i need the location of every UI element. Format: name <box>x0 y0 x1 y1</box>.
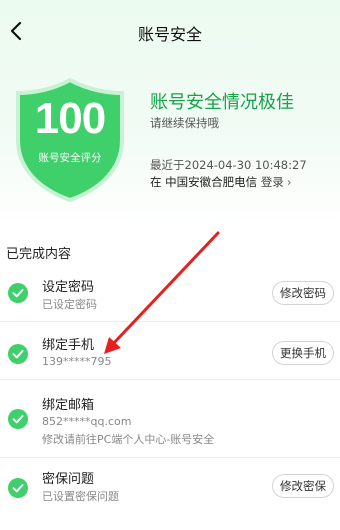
change-phone-button[interactable]: 更换手机 <box>272 341 334 365</box>
login-record-link[interactable]: 登录 › <box>261 175 292 189</box>
list-item-security-question: 密保问题 已设置密保问题 修改密保 <box>0 458 340 518</box>
top-bar: 账号安全 <box>0 0 340 62</box>
chevron-right-icon: › <box>286 175 292 189</box>
list-item-email: 绑定邮箱 852*****qq.com 修改请前往PC端个人中心-账号安全 <box>0 380 340 458</box>
list-item-phone: 绑定手机 139*****795 更换手机 <box>0 322 340 380</box>
last-login-location-text: 在 中国安徽合肥电信 <box>150 175 258 189</box>
last-login-location: 在 中国安徽合肥电信 登录 › <box>150 174 291 190</box>
row-title: 密保问题 <box>42 472 95 487</box>
row-title: 绑定手机 <box>42 338 95 353</box>
change-security-question-button[interactable]: 修改密保 <box>272 474 334 498</box>
security-score-label: 账号安全评分 <box>38 152 102 164</box>
security-score: 100 <box>34 94 106 143</box>
check-circle-icon <box>8 409 28 429</box>
row-subtitle: 已设置密保问题 <box>42 490 119 503</box>
check-circle-icon <box>8 478 28 498</box>
check-circle-icon <box>8 344 28 364</box>
row-note: 修改请前往PC端个人中心-账号安全 <box>42 433 215 446</box>
row-subtitle: 852*****qq.com <box>42 415 132 428</box>
last-login-time: 最近于2024-04-30 10:48:27 <box>150 158 307 172</box>
page-title: 账号安全 <box>137 25 202 44</box>
login-link-label[interactable]: 登录 <box>261 175 284 189</box>
security-status-subtitle: 请继续保持哦 <box>150 116 219 130</box>
row-title: 设定密码 <box>42 280 95 295</box>
list-item-password: 设定密码 已设定密码 修改密码 <box>0 266 340 322</box>
check-circle-icon <box>8 283 28 303</box>
section-title-completed: 已完成内容 <box>6 247 72 262</box>
change-password-button[interactable]: 修改密码 <box>272 281 334 305</box>
security-status-title: 账号安全情况极佳 <box>150 92 294 113</box>
row-subtitle: 139*****795 <box>42 355 112 368</box>
row-title: 绑定邮箱 <box>42 398 95 413</box>
row-subtitle: 已设定密码 <box>42 298 97 311</box>
